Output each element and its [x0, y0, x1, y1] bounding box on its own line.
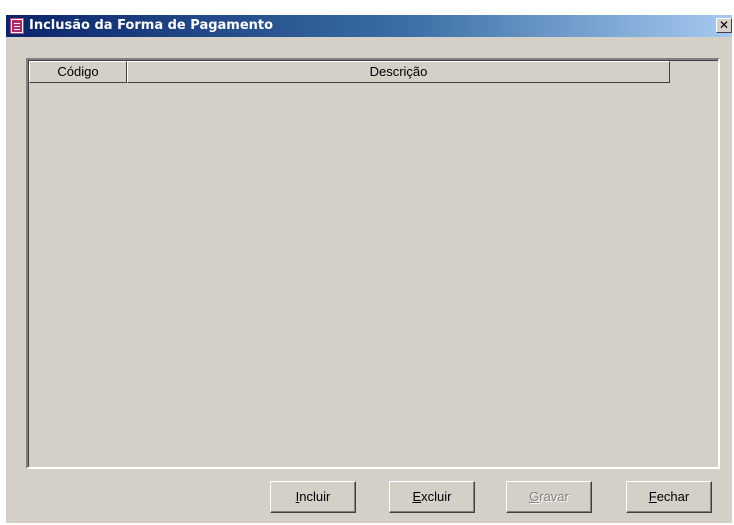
- excluir-button[interactable]: Excluir: [389, 481, 475, 513]
- excluir-mnemonic: E: [412, 489, 422, 504]
- fechar-button[interactable]: Fechar: [626, 481, 712, 513]
- title-bar[interactable]: Inclusão da Forma de Pagamento ✕: [6, 15, 732, 37]
- excluir-label: xcluir: [421, 489, 452, 504]
- column-header-descricao[interactable]: Descrição: [127, 61, 670, 83]
- incluir-button[interactable]: Incluir: [270, 481, 356, 513]
- document-icon: [10, 18, 24, 34]
- payment-methods-grid[interactable]: Código Descrição: [26, 58, 720, 469]
- fechar-label: echar: [656, 489, 690, 504]
- gravar-mnemonic: G: [529, 489, 540, 504]
- gravar-button[interactable]: Gravar: [506, 481, 592, 513]
- close-icon: ✕: [718, 18, 730, 32]
- gravar-label: ravar: [539, 489, 569, 504]
- fechar-mnemonic: F: [648, 489, 657, 504]
- dialog-window: Inclusão da Forma de Pagamento ✕ Código …: [6, 15, 732, 523]
- window-title: Inclusão da Forma de Pagamento: [29, 18, 274, 33]
- button-bar: Incluir Excluir Gravar Fechar: [6, 481, 732, 513]
- close-button[interactable]: ✕: [716, 18, 732, 33]
- grid-body[interactable]: Código Descrição: [28, 60, 718, 467]
- incluir-label: ncluir: [299, 489, 331, 504]
- column-header-codigo[interactable]: Código: [29, 61, 127, 83]
- grid-header: Código Descrição: [29, 61, 670, 83]
